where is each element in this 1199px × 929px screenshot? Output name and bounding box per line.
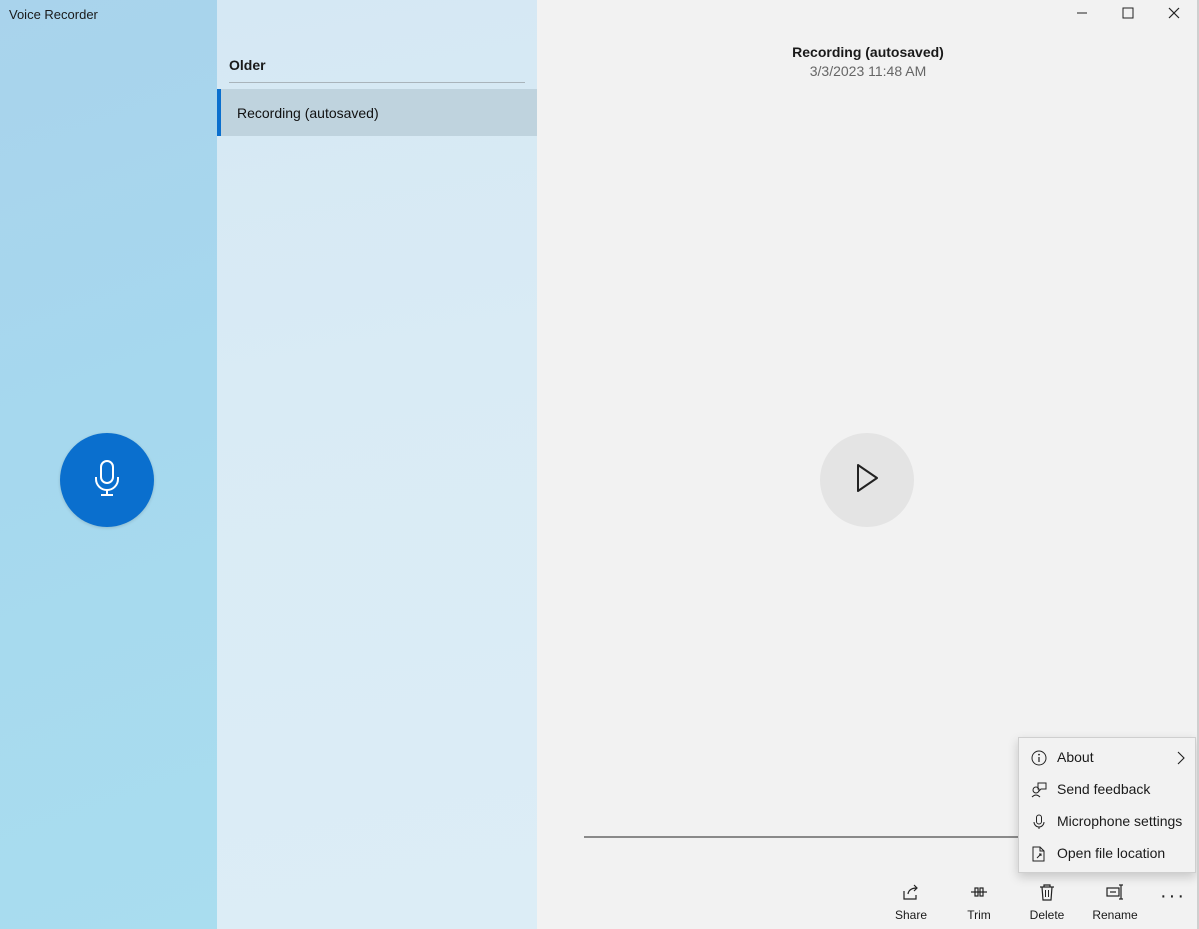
playback-timeline[interactable] (584, 836, 1034, 838)
recording-title: Recording (autosaved) (792, 44, 944, 60)
list-item-label: Recording (autosaved) (237, 104, 379, 121)
share-label: Share (894, 908, 928, 922)
delete-label: Delete (1029, 908, 1065, 922)
share-button[interactable]: Share (881, 881, 941, 925)
microphone-icon (92, 459, 122, 502)
group-header: Older (229, 57, 266, 73)
recording-date: 3/3/2023 11:48 AM (809, 63, 927, 79)
rename-button[interactable]: Rename (1085, 881, 1145, 925)
maximize-button[interactable] (1105, 0, 1151, 30)
record-button[interactable] (60, 433, 154, 527)
recordings-list-pane: Older Recording (autosaved) (217, 0, 537, 929)
menu-item-label: Send feedback (1057, 781, 1151, 797)
trim-button[interactable]: Trim (949, 881, 1009, 925)
group-divider (229, 82, 525, 83)
selection-indicator (217, 89, 221, 136)
info-icon (1030, 749, 1048, 767)
rename-label: Rename (1092, 908, 1138, 922)
more-options-button[interactable]: ··· (1151, 881, 1195, 911)
play-button[interactable] (820, 433, 914, 527)
overflow-menu: About Send feedback Microphone settings … (1018, 737, 1196, 873)
record-pane: Voice Recorder (0, 0, 217, 929)
close-icon (1168, 6, 1180, 24)
delete-button[interactable]: Delete (1017, 881, 1077, 925)
menu-item-label: Microphone settings (1057, 813, 1183, 829)
trash-icon (1038, 881, 1056, 903)
menu-item-label: Open file location (1057, 845, 1166, 861)
menu-item-label: About (1057, 749, 1094, 765)
trim-icon (970, 881, 988, 903)
close-button[interactable] (1151, 0, 1197, 30)
minimize-icon (1076, 6, 1088, 24)
play-icon (854, 462, 880, 499)
menu-item-open-file-location[interactable]: Open file location (1019, 837, 1195, 869)
file-icon (1030, 845, 1048, 863)
menu-item-about[interactable]: About (1019, 741, 1195, 773)
feedback-icon (1030, 781, 1048, 799)
list-item[interactable]: Recording (autosaved) (217, 89, 537, 136)
menu-item-microphone-settings[interactable]: Microphone settings (1019, 805, 1195, 837)
share-icon (902, 881, 920, 903)
chevron-right-icon (1177, 751, 1185, 770)
minimize-button[interactable] (1059, 0, 1105, 30)
trim-label: Trim (967, 908, 991, 922)
microphone-icon (1030, 813, 1048, 831)
app-title: Voice Recorder (9, 7, 98, 22)
maximize-icon (1122, 6, 1134, 24)
rename-icon (1106, 881, 1124, 903)
menu-item-send-feedback[interactable]: Send feedback (1019, 773, 1195, 805)
